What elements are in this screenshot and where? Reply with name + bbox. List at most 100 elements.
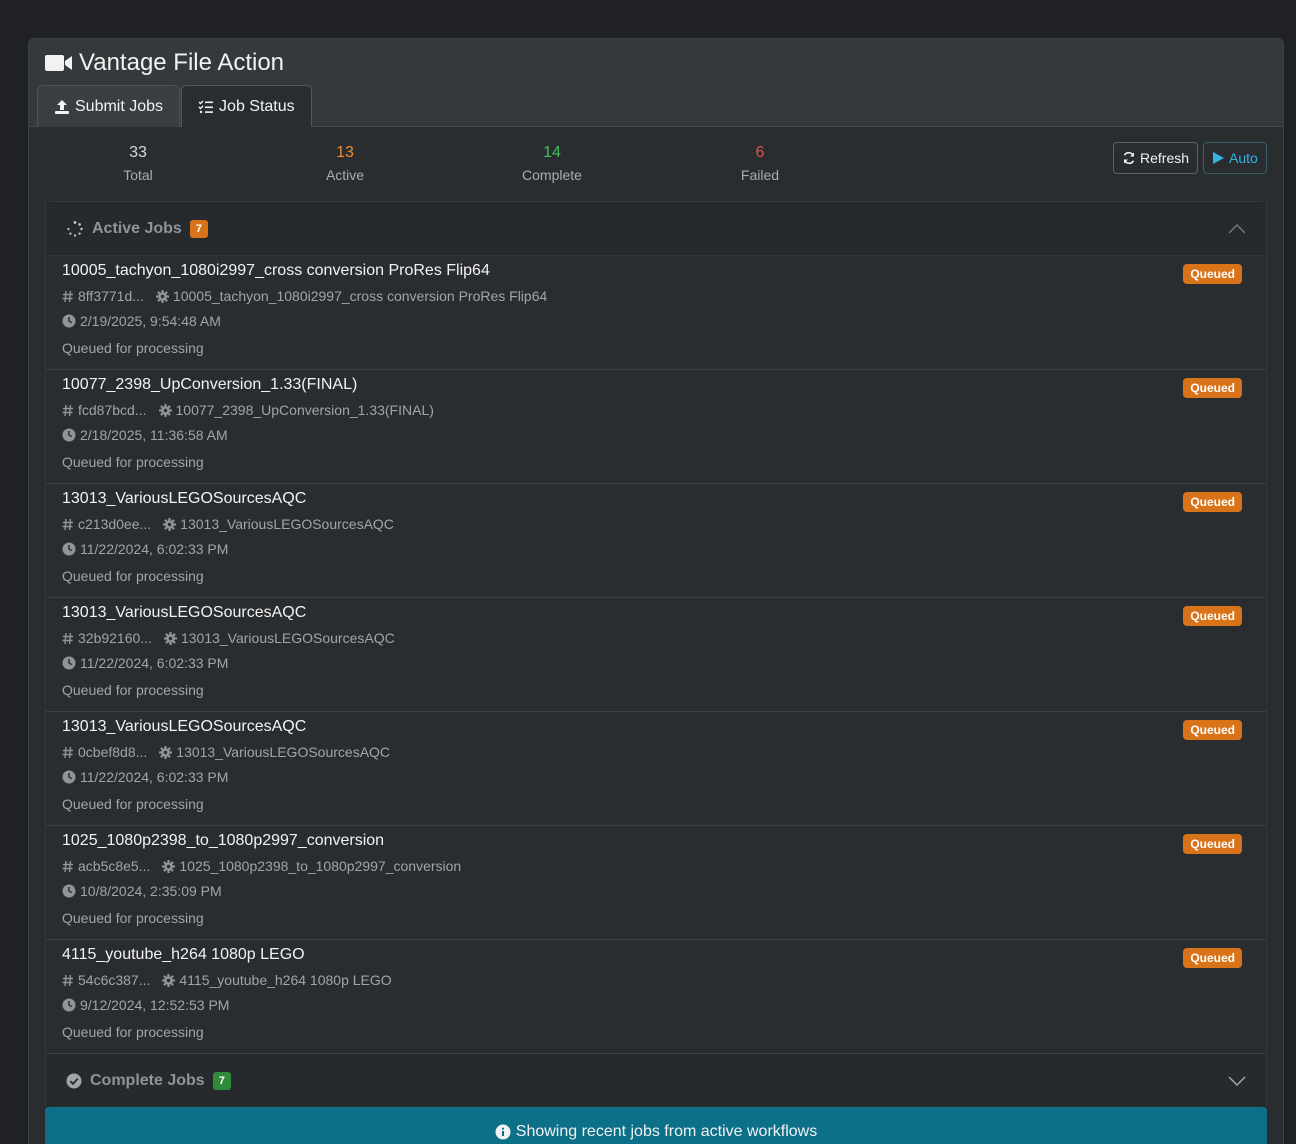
job-name: 13013_VariousLEGOSourcesAQC [62,490,307,507]
job-row[interactable]: 13013_VariousLEGOSourcesAQC c213d0ee... … [46,484,1266,598]
status-badge: Queued [1183,264,1242,284]
job-workflow: 10077_2398_UpConversion_1.33(FINAL) [158,402,434,418]
job-workflow: 13013_VariousLEGOSourcesAQC [163,516,394,532]
job-workflow-name: 10005_tachyon_1080i2997_cross conversion… [172,288,548,304]
hash-icon [62,860,73,872]
clock-icon [62,656,76,670]
tab-job-status[interactable]: Job Status [181,85,312,127]
job-time: 2/19/2025, 9:54:48 AM [62,313,221,329]
stat-total-value: 33 [129,144,147,161]
info-banner: Showing recent jobs from active workflow… [45,1107,1267,1144]
info-banner-text: Showing recent jobs from active workflow… [515,1123,818,1140]
auto-refresh-button[interactable]: Auto [1203,142,1267,174]
job-row[interactable]: 1025_1080p2398_to_1080p2997_conversion a… [46,826,1266,940]
job-id: c213d0ee... [78,516,152,532]
clock-icon [62,542,76,556]
status-badge: Queued [1183,606,1242,626]
status-badge: Queued [1183,834,1242,854]
job-workflow: 13013_VariousLEGOSourcesAQC [163,630,395,646]
chevron-up-icon [1228,223,1246,234]
job-workflow-name: 10077_2398_UpConversion_1.33(FINAL) [175,402,434,418]
job-workflow: 1025_1080p2398_to_1080p2997_conversion [162,858,461,874]
gear-icon [155,289,169,303]
job-meta: 32b92160... 13013_VariousLEGOSourcesAQC [62,630,395,646]
gear-icon [162,859,176,873]
tab-submit-jobs[interactable]: Submit Jobs [37,85,181,127]
job-name: 4115_youtube_h264 1080p LEGO [62,946,305,963]
job-workflow-name: 13013_VariousLEGOSourcesAQC [180,630,395,646]
job-id: fcd87bcd... [78,402,147,418]
hash-icon [62,290,73,302]
stat-failed: 6 Failed [690,143,830,185]
hash-icon [62,518,73,530]
job-row[interactable]: 13013_VariousLEGOSourcesAQC 0cbef8d8... … [46,712,1266,826]
stat-total: 33 Total [68,143,208,185]
job-workflow-name: 13013_VariousLEGOSourcesAQC [180,516,394,532]
stat-total-label: Total [123,167,153,183]
clock-icon [62,884,76,898]
job-timestamp: 11/22/2024, 6:02:33 PM [80,655,229,671]
hash-icon [62,404,73,416]
list-check-icon [198,100,214,113]
complete-jobs-header[interactable]: Complete Jobs 7 [46,1054,1266,1108]
job-workflow-name: 13013_VariousLEGOSourcesAQC [176,744,391,760]
hash-icon [62,632,73,644]
auto-button-label: Auto [1229,150,1258,166]
job-workflow: 13013_VariousLEGOSourcesAQC [159,744,390,760]
main-card: Vantage File Action Submit Jobs Job Stat… [28,38,1284,1144]
status-badge: Queued [1183,948,1242,968]
job-id: 32b92160... [78,630,152,646]
job-time: 11/22/2024, 6:02:33 PM [62,769,228,785]
clock-icon [62,314,76,328]
stat-complete-label: Complete [522,167,582,183]
job-time: 10/8/2024, 2:35:09 PM [62,883,222,899]
job-workflow-name: 1025_1080p2398_to_1080p2997_conversion [179,858,462,874]
hash-icon [62,974,73,986]
stat-failed-value: 6 [755,144,765,161]
spinner-icon [67,220,83,237]
job-timestamp: 10/8/2024, 2:35:09 PM [80,883,222,899]
refresh-button[interactable]: Refresh [1113,142,1199,174]
job-message: Queued for processing [62,910,204,926]
active-jobs-count-badge: 7 [189,219,208,238]
info-circle-icon [495,1124,511,1140]
job-message: Queued for processing [62,682,204,698]
status-badge: Queued [1183,720,1242,740]
job-row[interactable]: 13013_VariousLEGOSourcesAQC 32b92160... … [46,598,1266,712]
video-camera-icon [45,55,72,71]
complete-jobs-count-badge: 7 [212,1072,231,1090]
status-badge: Queued [1183,492,1242,512]
job-message: Queued for processing [62,340,204,356]
job-timestamp: 2/19/2025, 9:54:48 AM [80,313,221,329]
job-time: 9/12/2024, 12:52:53 PM [62,997,229,1013]
status-badge: Queued [1183,378,1242,398]
job-meta: fcd87bcd... 10077_2398_UpConversion_1.33… [62,402,434,418]
job-row[interactable]: 10077_2398_UpConversion_1.33(FINAL) fcd8… [46,370,1266,484]
stat-active-value: 13 [336,144,354,161]
job-timestamp: 11/22/2024, 6:02:33 PM [80,769,229,785]
gear-icon [163,517,177,531]
stat-complete-value: 14 [543,144,561,161]
job-row[interactable]: 10005_tachyon_1080i2997_cross conversion… [46,256,1266,370]
active-jobs-title: Active Jobs [92,219,182,237]
job-id: 8ff3771d... [78,288,144,304]
app-title: Vantage File Action [45,49,284,77]
card-header: Vantage File Action Submit Jobs Job Stat… [29,39,1283,127]
job-workflow: 10005_tachyon_1080i2997_cross conversion… [155,288,548,304]
app-title-text: Vantage File Action [79,49,285,76]
stat-complete: 14 Complete [482,143,622,185]
stat-failed-label: Failed [740,167,780,183]
hash-icon [62,746,73,758]
active-jobs-list: 10005_tachyon_1080i2997_cross conversion… [46,256,1266,1054]
job-name: 10005_tachyon_1080i2997_cross conversion… [62,262,490,279]
job-meta: 0cbef8d8... 13013_VariousLEGOSourcesAQC [62,744,390,760]
clock-icon [62,770,76,784]
active-jobs-header[interactable]: Active Jobs 7 [46,202,1266,256]
job-time: 2/18/2025, 11:36:58 AM [62,427,228,443]
stat-active: 13 Active [275,143,415,185]
play-icon [1213,152,1224,164]
job-workflow: 4115_youtube_h264 1080p LEGO [162,972,392,988]
chevron-down-icon [1228,1076,1246,1086]
job-row[interactable]: 4115_youtube_h264 1080p LEGO 54c6c387...… [46,940,1266,1054]
stat-active-label: Active [325,167,365,183]
